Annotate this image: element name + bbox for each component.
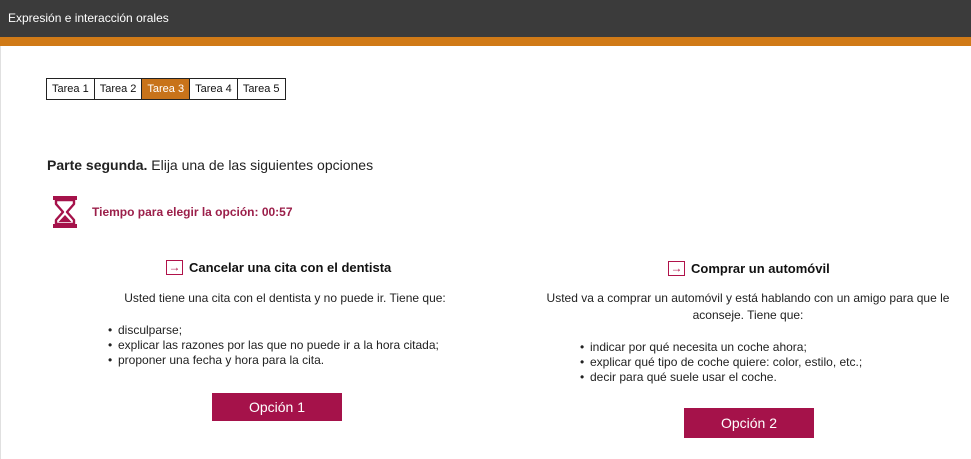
tab-tarea-5[interactable]: Tarea 5 <box>237 79 285 99</box>
arrow-right-icon: → <box>668 261 685 276</box>
top-bar: Expresión e interacción orales <box>0 0 971 37</box>
tab-tarea-3[interactable]: Tarea 3 <box>142 79 191 99</box>
option-2-title: → Comprar un automóvil <box>668 261 830 276</box>
page-border <box>0 46 1 459</box>
list-item: disculparse; <box>108 323 439 338</box>
list-item: indicar por qué necesita un coche ahora; <box>580 340 862 355</box>
option-2-description: Usted va a comprar un automóvil y está h… <box>525 290 971 324</box>
timer: Tiempo para elegir la opción: 00:57 <box>52 195 293 229</box>
option-2-title-text: Comprar un automóvil <box>691 261 830 276</box>
list-item: explicar qué tipo de coche quiere: color… <box>580 355 862 370</box>
option-2-description-line-2: aconseje. Tiene que: <box>692 308 804 322</box>
option-1-button[interactable]: Opción 1 <box>212 393 342 421</box>
list-item: explicar las razones por las que no pued… <box>108 338 439 353</box>
option-1-title: → Cancelar una cita con el dentista <box>166 260 391 275</box>
option-1-description: Usted tiene una cita con el dentista y n… <box>124 291 446 305</box>
instructions-heading: Parte segunda. Elija una de las siguient… <box>47 157 373 173</box>
option-2-description-line-1: Usted va a comprar un automóvil y está h… <box>546 291 950 305</box>
list-item: decir para qué suele usar el coche. <box>580 370 862 385</box>
tab-tarea-2[interactable]: Tarea 2 <box>94 79 143 99</box>
instructions-text: Elija una de las siguientes opciones <box>147 157 374 173</box>
page-title: Expresión e interacción orales <box>8 11 169 25</box>
instructions-bold: Parte segunda. <box>47 157 148 173</box>
hourglass-icon <box>52 195 78 229</box>
task-tabs: Tarea 1 Tarea 2 Tarea 3 Tarea 4 Tarea 5 <box>46 78 286 100</box>
option-1-title-text: Cancelar una cita con el dentista <box>189 260 392 275</box>
timer-text: Tiempo para elegir la opción: 00:57 <box>92 205 293 219</box>
option-2-button[interactable]: Opción 2 <box>684 408 814 438</box>
option-1-bullets: disculparse; explicar las razones por la… <box>108 323 439 368</box>
option-2-bullets: indicar por qué necesita un coche ahora;… <box>580 340 862 385</box>
arrow-right-icon: → <box>166 260 183 275</box>
list-item: proponer una fecha y hora para la cita. <box>108 353 439 368</box>
tab-tarea-1[interactable]: Tarea 1 <box>47 79 95 99</box>
tab-tarea-4[interactable]: Tarea 4 <box>190 79 238 99</box>
accent-strip <box>0 37 971 46</box>
